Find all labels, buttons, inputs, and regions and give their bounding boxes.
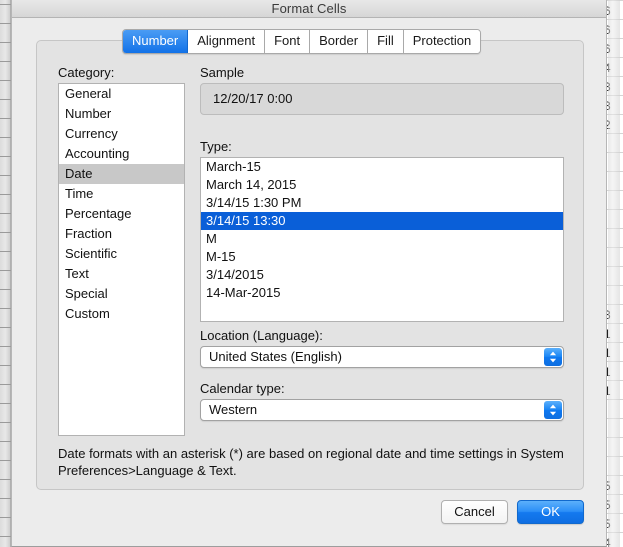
row-divider	[0, 517, 11, 518]
sample-value: 12/20/17 0:00	[213, 91, 293, 106]
type-item[interactable]: March-15	[201, 158, 563, 176]
row-divider	[0, 137, 11, 138]
dialog-titlebar: Format Cells	[12, 0, 606, 18]
calendar-type-value: Western	[209, 402, 258, 417]
location-language-value: United States (English)	[209, 349, 342, 364]
type-item[interactable]: 3/14/15 13:30	[201, 212, 563, 230]
chevron-updown-icon[interactable]	[544, 348, 562, 366]
row-divider	[0, 441, 11, 442]
row-divider	[0, 175, 11, 176]
row-divider	[0, 460, 11, 461]
row-divider	[0, 327, 11, 328]
row-divider	[0, 403, 11, 404]
category-item-scientific[interactable]: Scientific	[59, 244, 184, 264]
location-language-select[interactable]: United States (English)	[200, 346, 564, 368]
format-cells-dialog: Format Cells Number Alignment Font Border Fi…	[11, 0, 607, 547]
type-label: Type:	[200, 139, 232, 154]
type-item[interactable]: M-15	[201, 248, 563, 266]
footnote-text: Date formats with an asterisk (*) are ba…	[58, 446, 564, 478]
row-divider	[0, 498, 11, 499]
calendar-type-label: Calendar type:	[200, 381, 285, 396]
category-item-general[interactable]: General	[59, 84, 184, 104]
row-divider	[0, 80, 11, 81]
type-item[interactable]: 3/14/2015	[201, 266, 563, 284]
category-item-text[interactable]: Text	[59, 264, 184, 284]
row-divider	[0, 308, 11, 309]
category-item-special[interactable]: Special	[59, 284, 184, 304]
sample-label: Sample	[200, 65, 245, 80]
category-item-number[interactable]: Number	[59, 104, 184, 124]
dialog-title: Format Cells	[271, 1, 347, 16]
row-divider	[0, 384, 11, 385]
spreadsheet-scrollbar[interactable]	[608, 0, 620, 547]
row-divider	[0, 289, 11, 290]
type-item[interactable]: 14-Mar-2015	[201, 284, 563, 302]
type-item[interactable]: 3/14/15 1:30 PM	[201, 194, 563, 212]
dialog-button-row: Cancel OK	[441, 500, 584, 524]
chevron-updown-icon[interactable]	[544, 401, 562, 419]
tab-number[interactable]: Number	[123, 30, 189, 53]
category-item-accounting[interactable]: Accounting	[59, 144, 184, 164]
row-divider	[0, 479, 11, 480]
row-divider	[0, 270, 11, 271]
sample-box: 12/20/17 0:00	[200, 83, 564, 115]
cancel-button[interactable]: Cancel	[441, 500, 508, 524]
row-divider	[0, 194, 11, 195]
row-divider	[0, 99, 11, 100]
row-divider	[0, 23, 11, 24]
calendar-type-select[interactable]: Western	[200, 399, 564, 421]
row-divider	[0, 422, 11, 423]
category-list[interactable]: General Number Currency Accounting Date Time P…	[58, 83, 185, 436]
type-list[interactable]: March-15 March 14, 2015 3/14/15 1:30 PM 3/1…	[200, 157, 564, 322]
type-item[interactable]: M	[201, 230, 563, 248]
tab-protection[interactable]: Protection	[403, 30, 481, 53]
location-label: Location (Language):	[200, 328, 323, 343]
category-item-custom[interactable]: Custom	[59, 304, 184, 324]
category-label: Category:	[58, 65, 115, 80]
spreadsheet-row-header-strip	[0, 0, 11, 547]
tab-border[interactable]: Border	[310, 30, 369, 53]
category-item-currency[interactable]: Currency	[59, 124, 184, 144]
row-divider	[0, 365, 11, 366]
row-divider	[0, 156, 11, 157]
category-item-date[interactable]: Date	[59, 164, 184, 184]
tab-bar: Number Alignment Font Border Fill Protection	[122, 29, 482, 54]
category-item-percentage[interactable]: Percentage	[59, 204, 184, 224]
number-tab-panel: Category: General Number Currency Accountin…	[36, 40, 584, 490]
tab-alignment[interactable]: Alignment	[188, 30, 266, 53]
type-item[interactable]: March 14, 2015	[201, 176, 563, 194]
tab-font[interactable]: Font	[265, 30, 311, 53]
tab-fill[interactable]: Fill	[368, 30, 404, 53]
row-divider	[0, 4, 11, 5]
row-divider	[0, 61, 11, 62]
row-divider	[0, 42, 11, 43]
row-divider	[0, 346, 11, 347]
category-item-fraction[interactable]: Fraction	[59, 224, 184, 244]
row-divider	[0, 536, 11, 537]
category-item-time[interactable]: Time	[59, 184, 184, 204]
ok-button[interactable]: OK	[517, 500, 584, 524]
row-divider	[0, 213, 11, 214]
row-divider	[0, 118, 11, 119]
row-divider	[0, 232, 11, 233]
row-divider	[0, 251, 11, 252]
